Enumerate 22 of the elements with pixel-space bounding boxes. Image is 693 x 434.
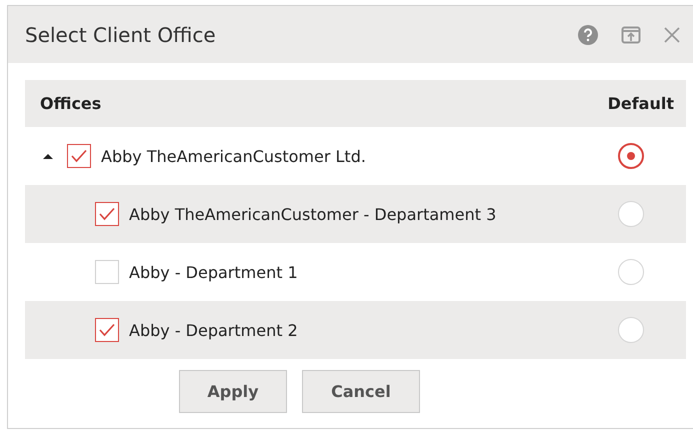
checkbox[interactable] <box>95 318 119 342</box>
checkbox[interactable] <box>67 144 91 168</box>
apply-button[interactable]: Apply <box>179 370 287 413</box>
office-name: Abby TheAmericanCustomer - Departament 3 <box>129 204 496 224</box>
checkmark-icon <box>98 323 116 337</box>
checkbox[interactable] <box>95 202 119 226</box>
cancel-button[interactable]: Cancel <box>302 370 420 413</box>
column-header: Offices <box>40 94 102 113</box>
table-row[interactable]: Abby - Department 2 <box>25 301 686 359</box>
office-name: Abby - Department 2 <box>129 320 298 340</box>
office-name: Abby - Department 1 <box>129 262 298 282</box>
table-row[interactable]: Abby TheAmericanCustomer - Departament 3 <box>25 185 686 243</box>
help-icon[interactable] <box>577 24 599 46</box>
column-header: Default <box>608 94 674 113</box>
close-icon[interactable] <box>663 26 681 44</box>
window-title: Select Client Office <box>25 22 216 46</box>
popout-icon[interactable] <box>621 26 641 44</box>
checkmark-icon <box>70 149 88 163</box>
default-radio[interactable] <box>618 143 644 169</box>
caret-icon[interactable] <box>43 152 53 160</box>
office-name: Abby TheAmericanCustomer Ltd. <box>101 146 366 166</box>
checkmark-icon <box>98 207 116 221</box>
